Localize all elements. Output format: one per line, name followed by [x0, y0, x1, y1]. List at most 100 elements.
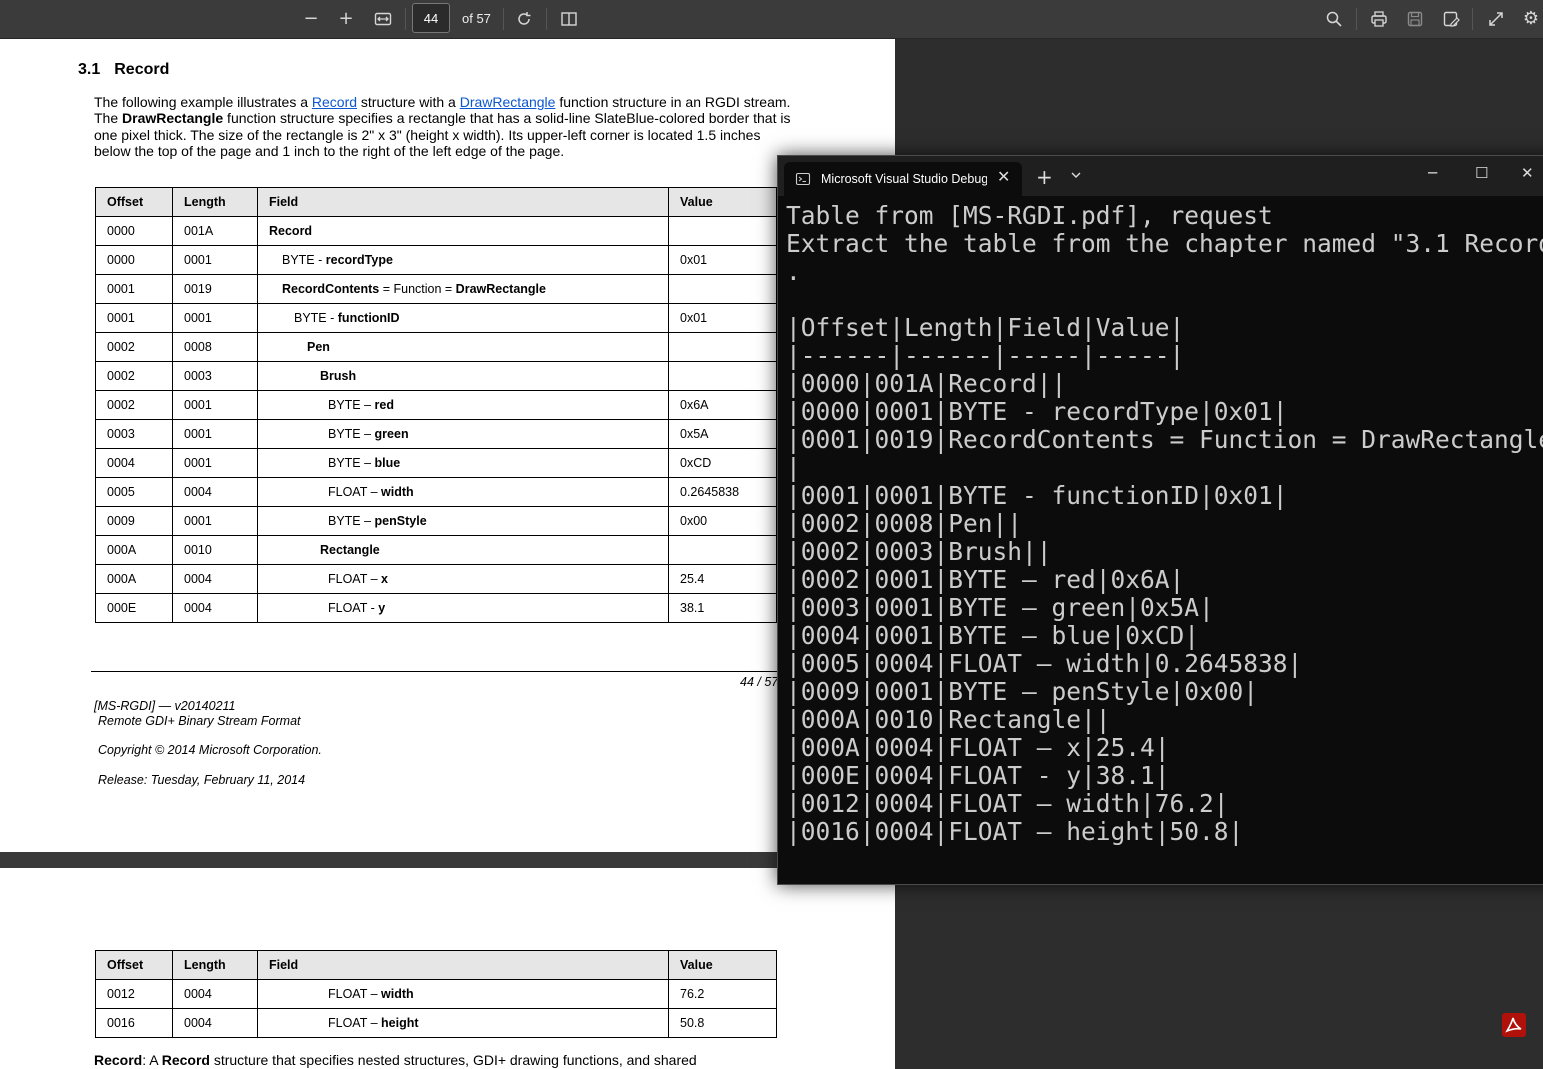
field-cell: BYTE – red — [257, 390, 669, 420]
field-name: Pen — [307, 340, 330, 354]
search-icon[interactable] — [1321, 6, 1347, 32]
value-cell: 0.2645838 — [668, 477, 777, 507]
minimize-icon[interactable]: ─ — [1428, 164, 1437, 182]
page-total-label: of 57 — [462, 11, 491, 26]
table-row: 000E 0004 FLOAT - y 38.1 — [95, 593, 777, 623]
terminal-line: |0003|0001|BYTE – green|0x5A| — [786, 593, 1214, 622]
paragraph-text: The following example illustrates a — [94, 94, 312, 110]
page-number: 44 / 57 — [740, 675, 779, 689]
value-cell — [668, 216, 777, 246]
value-cell — [668, 332, 777, 362]
terminal-window[interactable]: Microsoft Visual Studio Debug Console ✕ … — [777, 155, 1543, 885]
field-type: FLOAT – — [328, 485, 382, 499]
offset-cell: 0004 — [95, 448, 173, 478]
terminal-output[interactable]: Table from [MS-RGDI.pdf], request Extract… — [786, 202, 1543, 884]
length-cell: 001A — [172, 216, 258, 246]
page-gap — [0, 852, 895, 868]
field-cell: FLOAT – width — [257, 477, 669, 507]
save-icon[interactable] — [1402, 6, 1428, 32]
value-cell — [668, 361, 777, 391]
zoom-in-icon[interactable]: + — [333, 6, 359, 32]
field-type: = Function = — [379, 282, 456, 296]
field-name: width — [381, 485, 414, 499]
two-page-icon[interactable] — [556, 6, 582, 32]
tab-close-icon[interactable]: ✕ — [997, 167, 1010, 186]
length-cell: 0004 — [172, 979, 258, 1009]
offset-cell: 000E — [95, 593, 173, 623]
terminal-line: |0002|0003|Brush|| — [786, 537, 1052, 566]
intro-paragraph: The following example illustrates a Reco… — [94, 94, 794, 160]
value-cell — [668, 535, 777, 565]
column-header-field: Field — [257, 187, 669, 217]
fit-width-icon[interactable] — [370, 6, 396, 32]
new-tab-icon[interactable]: + — [1036, 165, 1053, 189]
terminal-line: |000E|0004|FLOAT - y|38.1| — [786, 761, 1170, 790]
value-cell: 0xCD — [668, 448, 777, 478]
terminal-line: |000A|0004|FLOAT – x|25.4| — [786, 733, 1170, 762]
save-as-icon[interactable] — [1438, 6, 1464, 32]
offset-cell: 0001 — [95, 274, 173, 304]
length-cell: 0001 — [172, 245, 258, 275]
description-bold: Record — [161, 1052, 210, 1068]
terminal-line: |0000|001A|Record|| — [786, 369, 1067, 398]
window-close-icon[interactable]: ✕ — [1521, 164, 1534, 182]
table-row: 0004 0001 BYTE – blue 0xCD — [95, 448, 777, 478]
rotate-icon[interactable] — [511, 6, 537, 32]
field-cell: Rectangle — [257, 535, 669, 565]
field-name: green — [374, 427, 409, 441]
terminal-line: |0001|0001|BYTE - functionID|0x01| — [786, 481, 1288, 510]
terminal-line: |------|------|-----|-----| — [786, 341, 1185, 370]
terminal-line: |000A|0010|Rectangle|| — [786, 705, 1111, 734]
field-name: DrawRectangle — [455, 282, 546, 296]
value-cell: 76.2 — [668, 979, 777, 1009]
settings-gear-icon[interactable]: ⚙ — [1518, 6, 1543, 32]
terminal-line: |Offset|Length|Field|Value| — [786, 313, 1185, 342]
value-cell: 38.1 — [668, 593, 777, 623]
page-number-input[interactable]: 44 — [412, 3, 450, 33]
terminal-line: |0004|0001|BYTE – blue|0xCD| — [786, 621, 1200, 650]
value-cell: 0x6A — [668, 390, 777, 420]
table-row: 0001 0001 BYTE - functionID 0x01 — [95, 303, 777, 333]
offset-cell: 000A — [95, 535, 173, 565]
terminal-line: . — [786, 257, 801, 286]
paragraph-bold: DrawRectangle — [122, 110, 224, 127]
table-body: 0012 0004 FLOAT – width 76.2 0016 0004 FLOAT –… — [95, 979, 777, 1038]
section-title: Record — [114, 61, 170, 78]
description-bold: Record — [94, 1052, 143, 1068]
table-row: 0002 0001 BYTE – red 0x6A — [95, 390, 777, 420]
table-row: 0000 0001 BYTE - recordType 0x01 — [95, 245, 777, 275]
tab-dropdown-icon[interactable] — [1069, 168, 1083, 182]
terminal-tab[interactable]: Microsoft Visual Studio Debug Console ✕ — [784, 162, 1022, 196]
pdf-toolbar: − + 44 of 57 ⚙ — [0, 0, 1543, 39]
field-cell: FLOAT - y — [257, 593, 669, 623]
adobe-acrobat-icon[interactable] — [1502, 1013, 1526, 1037]
record-link[interactable]: Record — [312, 94, 357, 110]
field-cell: FLOAT – width — [257, 979, 669, 1009]
table-row: 0016 0004 FLOAT – height 50.8 — [95, 1008, 777, 1038]
print-icon[interactable] — [1366, 6, 1392, 32]
field-cell: BYTE – green — [257, 419, 669, 449]
fullscreen-icon[interactable] — [1483, 6, 1509, 32]
offset-cell: 0009 — [95, 506, 173, 536]
field-name: RecordContents — [282, 282, 380, 296]
table-row: 0009 0001 BYTE – penStyle 0x00 — [95, 506, 777, 536]
field-name: Record — [269, 224, 313, 238]
drawrectangle-link[interactable]: DrawRectangle — [460, 94, 556, 110]
toolbar-separator — [546, 8, 547, 30]
offset-cell: 000A — [95, 564, 173, 594]
toolbar-separator — [1472, 8, 1473, 30]
field-cell: Pen — [257, 332, 669, 362]
maximize-icon[interactable]: ☐ — [1475, 164, 1488, 182]
zoom-out-icon[interactable]: − — [298, 6, 324, 32]
terminal-tab-title: Microsoft Visual Studio Debug Console — [821, 172, 987, 186]
field-type: BYTE – — [328, 427, 375, 441]
console-app-icon — [795, 172, 811, 186]
field-cell: BYTE - recordType — [257, 245, 669, 275]
offset-cell: 0002 — [95, 332, 173, 362]
column-header-offset: Offset — [95, 187, 173, 217]
length-cell: 0001 — [172, 419, 258, 449]
table-row: 000A 0010 Rectangle — [95, 535, 777, 565]
table-row: 0001 0019 RecordContents = Function = Draw… — [95, 274, 777, 304]
record-table-continued: Offset Length Field Value 0012 0004 FLOAT … — [95, 950, 777, 1038]
value-cell: 25.4 — [668, 564, 777, 594]
